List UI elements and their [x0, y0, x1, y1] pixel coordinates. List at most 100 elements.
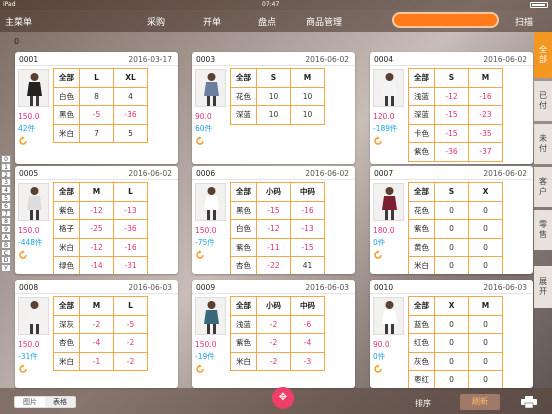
table-row[interactable]: 浅蓝 -2 -6 [230, 314, 325, 334]
table-cell[interactable]: -25 [79, 219, 114, 239]
nav-purchase[interactable]: 采购 [147, 15, 165, 28]
refresh-button[interactable]: 刷新 [460, 394, 500, 410]
table-cell[interactable]: -37 [468, 142, 503, 162]
table-cell[interactable]: -15 [434, 105, 469, 125]
table-cell[interactable]: 0 [434, 200, 469, 220]
nav-main-menu[interactable]: 主菜单 [5, 15, 32, 28]
table-row[interactable]: 紫色 -36 -37 [408, 142, 503, 162]
table-cell[interactable]: 0 [434, 314, 469, 334]
table-cell[interactable]: 0 [468, 256, 503, 274]
index-letter[interactable]: 3 [1, 178, 11, 186]
table-cell[interactable]: -31 [113, 256, 148, 274]
index-letter[interactable]: 6 [1, 201, 11, 210]
table-cell[interactable]: 0 [468, 237, 503, 257]
table-cell[interactable]: 0 [468, 351, 503, 371]
index-letter[interactable]: 7 [1, 209, 11, 218]
product-photo[interactable] [18, 297, 49, 335]
search-input[interactable] [392, 12, 499, 28]
table-cell[interactable]: -16 [468, 86, 503, 106]
table-cell[interactable]: 7 [79, 123, 114, 143]
table-cell[interactable]: -12 [79, 237, 114, 257]
view-image-button[interactable]: 图片 [15, 397, 45, 407]
table-row[interactable]: 米白 0 0 [408, 256, 503, 274]
table-cell[interactable]: -36 [113, 105, 148, 125]
product-photo[interactable] [195, 183, 226, 221]
table-row[interactable]: 枣红 0 0 [408, 370, 503, 388]
table-cell[interactable]: -36 [113, 219, 148, 239]
table-row[interactable]: 黑色 -5 -36 [53, 105, 148, 125]
table-cell[interactable]: 10 [290, 105, 325, 125]
table-cell[interactable]: -15 [256, 200, 291, 220]
table-cell[interactable]: 0 [468, 314, 503, 334]
product-photo[interactable] [373, 183, 404, 221]
table-cell[interactable]: 8 [79, 86, 114, 106]
tab-all[interactable]: 全部 [534, 32, 552, 78]
product-photo[interactable] [18, 69, 49, 107]
nav-scan[interactable]: 扫描 [515, 15, 533, 28]
index-letter[interactable]: 9 [1, 225, 11, 233]
table-row[interactable]: 紫色 -2 -4 [230, 333, 325, 353]
table-cell[interactable]: -2 [79, 314, 114, 334]
index-letter[interactable]: 1 [1, 162, 11, 171]
table-cell[interactable]: 0 [468, 219, 503, 239]
table-cell[interactable]: 0 [434, 256, 469, 274]
table-cell[interactable]: -3 [290, 351, 325, 371]
tab-expand[interactable]: 展开 [534, 266, 552, 308]
table-row[interactable]: 绿色 -14 -31 [53, 256, 148, 274]
table-row[interactable]: 卡色 -15 -35 [408, 123, 503, 143]
product-card[interactable]: 0003 2016-06-02 90.0 60件 全部 S M 花色 10 10 深蓝 10 1… [192, 52, 355, 164]
table-cell[interactable]: 4 [113, 86, 148, 106]
table-cell[interactable]: 10 [290, 86, 325, 106]
table-cell[interactable]: -2 [256, 314, 291, 334]
product-photo[interactable] [18, 183, 49, 221]
table-cell[interactable]: 0 [468, 200, 503, 220]
product-photo[interactable] [373, 69, 404, 107]
add-fab-button[interactable]: ✥ [272, 387, 294, 409]
table-cell[interactable]: -15 [434, 123, 469, 143]
table-row[interactable]: 米白 7 5 [53, 123, 148, 143]
table-cell[interactable]: -23 [468, 105, 503, 125]
table-cell[interactable]: 0 [434, 370, 469, 388]
table-cell[interactable]: -14 [79, 256, 114, 274]
index-letter[interactable]: 0 [1, 155, 11, 163]
index-letter[interactable]: 5 [1, 193, 11, 202]
table-row[interactable]: 深灰 -2 -5 [53, 314, 148, 334]
table-row[interactable]: 紫色 -11 -15 [230, 237, 325, 257]
refresh-icon[interactable] [373, 136, 383, 146]
table-row[interactable]: 红色 0 0 [408, 333, 503, 353]
table-cell[interactable]: -2 [113, 351, 148, 371]
table-cell[interactable]: -12 [79, 200, 114, 220]
printer-icon[interactable] [521, 396, 537, 409]
table-row[interactable]: 蓝色 0 0 [408, 314, 503, 334]
table-cell[interactable]: -22 [256, 256, 291, 274]
refresh-icon[interactable] [195, 250, 205, 260]
table-cell[interactable]: -6 [290, 314, 325, 334]
refresh-icon[interactable] [18, 136, 28, 146]
table-cell[interactable]: -35 [468, 123, 503, 143]
product-card[interactable]: 0010 2016-06-03 90.0 0件 全部 X M 蓝色 0 0 红色 0 0 灰色 0 0… [370, 280, 533, 388]
table-row[interactable]: 杏色 -4 -2 [53, 333, 148, 353]
table-cell[interactable]: -5 [79, 105, 114, 125]
table-cell[interactable]: -2 [256, 351, 291, 371]
refresh-icon[interactable] [18, 364, 28, 374]
table-row[interactable]: 花色 0 0 [408, 200, 503, 220]
index-letter[interactable]: 4 [1, 186, 11, 194]
table-row[interactable]: 黑色 -15 -16 [230, 200, 325, 220]
table-cell[interactable]: -13 [290, 219, 325, 239]
table-cell[interactable]: 0 [468, 333, 503, 353]
table-cell[interactable]: 0 [434, 351, 469, 371]
product-card[interactable]: 0008 2016-06-03 150.0 -31件 全部 M L 深灰 -2 -5 杏色 -… [15, 280, 178, 388]
table-row[interactable]: 白色 8 4 [53, 86, 148, 106]
table-cell[interactable]: -2 [113, 333, 148, 353]
product-card[interactable]: 0004 2016-06-02 120.0 -189件 全部 S M 浅蓝 -12 -16… [370, 52, 533, 164]
table-cell[interactable]: -4 [290, 333, 325, 353]
table-row[interactable]: 米白 -12 -16 [53, 237, 148, 257]
refresh-icon[interactable] [195, 364, 205, 374]
index-letter[interactable]: D [1, 256, 11, 264]
table-row[interactable]: 深蓝 -15 -23 [408, 105, 503, 125]
table-cell[interactable]: -13 [113, 200, 148, 220]
tab-unpaid[interactable]: 未付 [534, 124, 552, 164]
product-card[interactable]: 0007 2016-06-02 180.0 0件 全部 S X 花色 0 0 紫色 0 0 黄色 0… [370, 166, 533, 274]
table-cell[interactable]: 0 [468, 370, 503, 388]
table-cell[interactable]: 10 [256, 86, 291, 106]
